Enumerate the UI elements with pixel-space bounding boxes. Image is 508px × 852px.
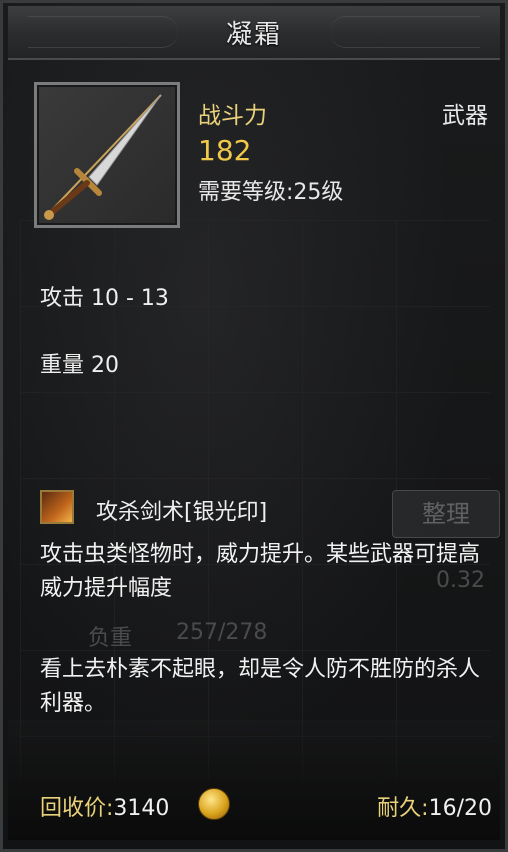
recycle-value: 3140 [113,796,170,821]
skill-description: 攻击虫类怪物时，威力提升。某些武器可提高威力提升幅度 [40,542,481,601]
item-type: 武器 [442,103,488,129]
item-name: 凝霜 [225,19,282,50]
weight-stat: 重量 20 [40,353,119,378]
gold-coin-icon [198,788,230,820]
power-value: 182 [198,134,252,167]
attack-stat: 攻击 10 - 13 [40,286,169,311]
title-ornament-right [330,16,480,48]
sword-icon [44,94,162,220]
bottom-inventory-strip [8,720,500,840]
durability-value: 16/20 [428,796,492,821]
flavor-text: 看上去朴素不起眼，却是令人防不胜防的杀人利器。 [40,657,481,716]
durability: 耐久:16/20 [377,790,492,822]
tooltip-title-bar: 凝霜 [8,6,500,60]
item-icon-slot [34,82,180,228]
required-level: 需要等级:25级 [198,180,344,205]
recycle-label: 回收价: [40,796,114,821]
title-ornament-left [28,16,178,48]
sort-button[interactable]: 整理 [392,490,500,538]
recycle-price: 回收价:3140 [40,790,169,822]
power-label: 战斗力 [198,103,267,129]
skill-name: 攻杀剑术[银光印] [96,500,268,525]
ghost-weight-label: 负重 [88,626,133,651]
flame-sword-icon [40,490,74,524]
durability-label: 耐久: [377,796,429,821]
ghost-weight-value: 257/278 [176,620,268,645]
